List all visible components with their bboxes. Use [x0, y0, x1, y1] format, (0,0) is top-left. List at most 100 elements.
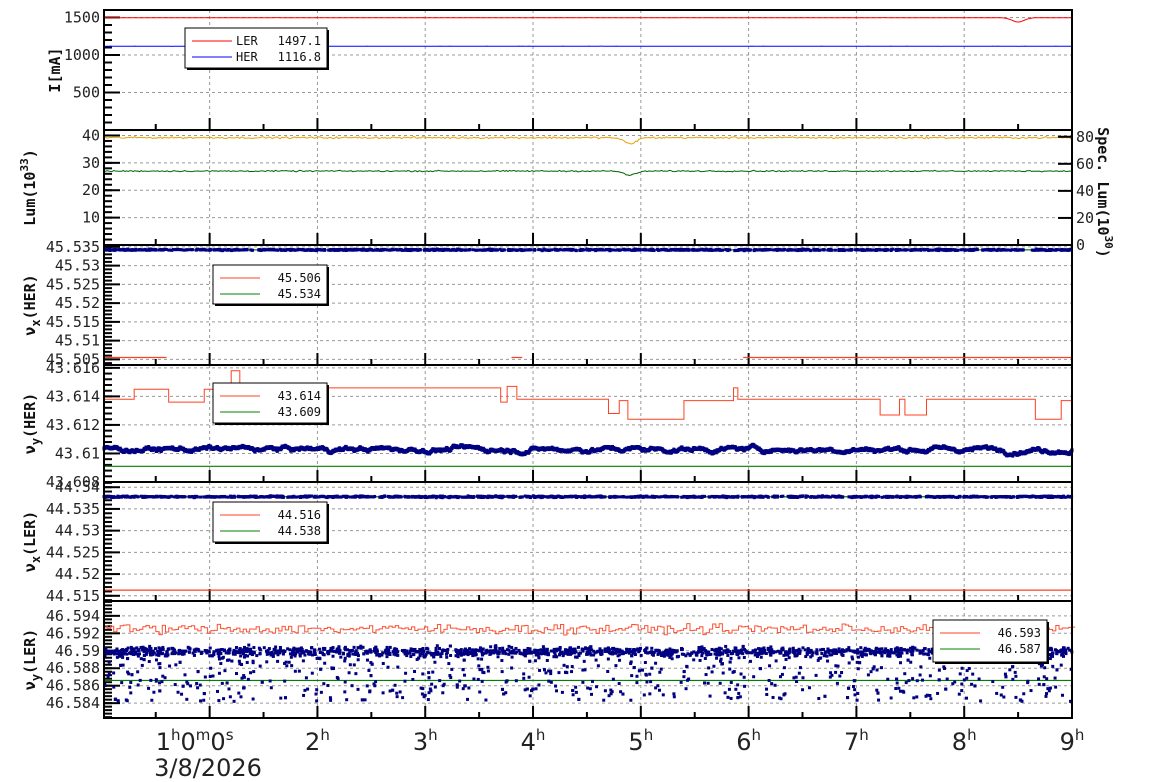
blue-tune-point — [662, 247, 666, 251]
blue-tune-point — [926, 495, 930, 499]
blue-tune-point — [388, 495, 392, 499]
blue-tune-point — [258, 248, 262, 252]
blue-tune-point — [395, 248, 399, 252]
blue-tune-point — [795, 496, 799, 500]
blue-tune-point — [201, 248, 205, 252]
blue-tune-point — [281, 494, 285, 498]
blue-tune-point — [350, 248, 354, 252]
blue-tune-point — [916, 248, 920, 252]
blue-tune-point — [222, 495, 226, 499]
blue-tune-point — [267, 494, 271, 498]
blue-tune-point — [1066, 494, 1070, 498]
blue-tune-point — [353, 494, 357, 498]
blue-tune-point — [962, 495, 966, 499]
blue-tune-point — [1048, 248, 1052, 252]
blue-tune-point — [232, 494, 236, 498]
panel-nux_her: 45.50545.5145.51545.5245.52545.5345.535ν… — [21, 238, 1073, 368]
blue-tune-point — [145, 495, 149, 499]
blue-tune-point — [700, 495, 704, 499]
blue-tune-point — [1029, 495, 1033, 499]
blue-tune-point — [189, 684, 193, 688]
blue-tune-point — [940, 495, 944, 499]
blue-tune-point — [674, 495, 678, 499]
blue-tune-point — [111, 495, 115, 499]
blue-tune-point — [813, 495, 817, 499]
blue-tune-point — [382, 494, 386, 498]
y-tick-label: 46.59 — [55, 642, 100, 660]
blue-tune-point — [554, 248, 558, 252]
blue-tune-point — [672, 248, 676, 252]
blue-tune-point — [507, 495, 511, 499]
blue-tune-point — [226, 247, 230, 251]
blue-tune-point — [180, 248, 184, 252]
blue-tune-point — [289, 248, 293, 252]
y-tick-label: 43.612 — [46, 416, 100, 434]
legend-value: 43.614 — [278, 389, 321, 403]
blue-tune-point — [526, 248, 530, 252]
blue-tune-point — [895, 494, 899, 498]
blue-tune-point — [286, 495, 290, 499]
blue-tune-point — [132, 494, 136, 498]
blue-tune-point — [967, 495, 971, 499]
blue-tune-point — [833, 248, 837, 252]
blue-tune-point — [995, 248, 999, 252]
y-tick-label: 45.52 — [55, 294, 100, 312]
blue-tune-point — [826, 659, 830, 663]
blue-tune-point — [818, 494, 822, 498]
blue-tune-point — [813, 248, 817, 252]
blue-tune-point — [514, 248, 518, 252]
y-axis-label: I[mA] — [46, 47, 64, 92]
blue-tune-point — [218, 247, 222, 251]
blue-tune-point — [903, 248, 907, 252]
blue-tune-point — [138, 248, 142, 252]
blue-tune-point — [717, 248, 721, 252]
blue-tune-point — [411, 248, 415, 252]
blue-tune-point — [748, 248, 752, 252]
blue-tune-point — [486, 495, 490, 499]
blue-tune-point — [765, 494, 769, 498]
blue-tune-point — [242, 495, 246, 499]
blue-tune-point — [367, 248, 371, 252]
blue-tune-point — [951, 248, 955, 252]
blue-tune-point — [657, 248, 661, 252]
blue-tune-point — [533, 248, 537, 252]
blue-tune-point — [532, 494, 536, 498]
blue-tune-point — [306, 248, 310, 252]
blue-tune-point — [830, 248, 834, 252]
blue-tune-point — [319, 248, 323, 252]
blue-tune-point — [276, 248, 280, 252]
blue-tune-point — [760, 495, 764, 499]
y-label-end: (LER) — [21, 511, 39, 556]
blue-tune-point — [177, 495, 181, 499]
blue-tune-point — [817, 248, 821, 252]
y-label-main: ν — [21, 681, 39, 690]
blue-tune-point — [133, 248, 137, 252]
blue-tune-point — [608, 495, 612, 499]
blue-tune-point — [110, 248, 114, 252]
blue-tune-point — [592, 495, 596, 499]
blue-tune-point — [958, 495, 962, 499]
blue-tune-point — [898, 248, 902, 252]
legend-value: 43.609 — [278, 405, 321, 419]
blue-tune-point — [970, 248, 974, 252]
blue-tune-point — [1024, 494, 1028, 498]
blue-tune-point — [1057, 248, 1061, 252]
blue-tune-point — [899, 495, 903, 499]
panel-frame — [103, 129, 1073, 246]
blue-tune-point — [809, 249, 813, 253]
blue-tune-point — [273, 495, 277, 499]
blue-tune-point — [170, 248, 174, 252]
blue-tune-point — [988, 247, 992, 251]
blue-tune-point — [474, 248, 478, 252]
blue-tune-point — [619, 495, 623, 499]
legend: 43.614 43.609 — [212, 382, 329, 425]
blue-tune-point — [622, 495, 626, 499]
blue-tune-point — [875, 668, 879, 672]
blue-tune-point — [632, 495, 636, 499]
blue-tune-point — [468, 495, 472, 499]
blue-tune-point — [705, 247, 709, 251]
blue-tune-point — [821, 494, 825, 498]
blue-tune-point — [359, 248, 363, 252]
blue-tune-point — [425, 247, 429, 251]
blue-tune-point — [861, 248, 865, 252]
